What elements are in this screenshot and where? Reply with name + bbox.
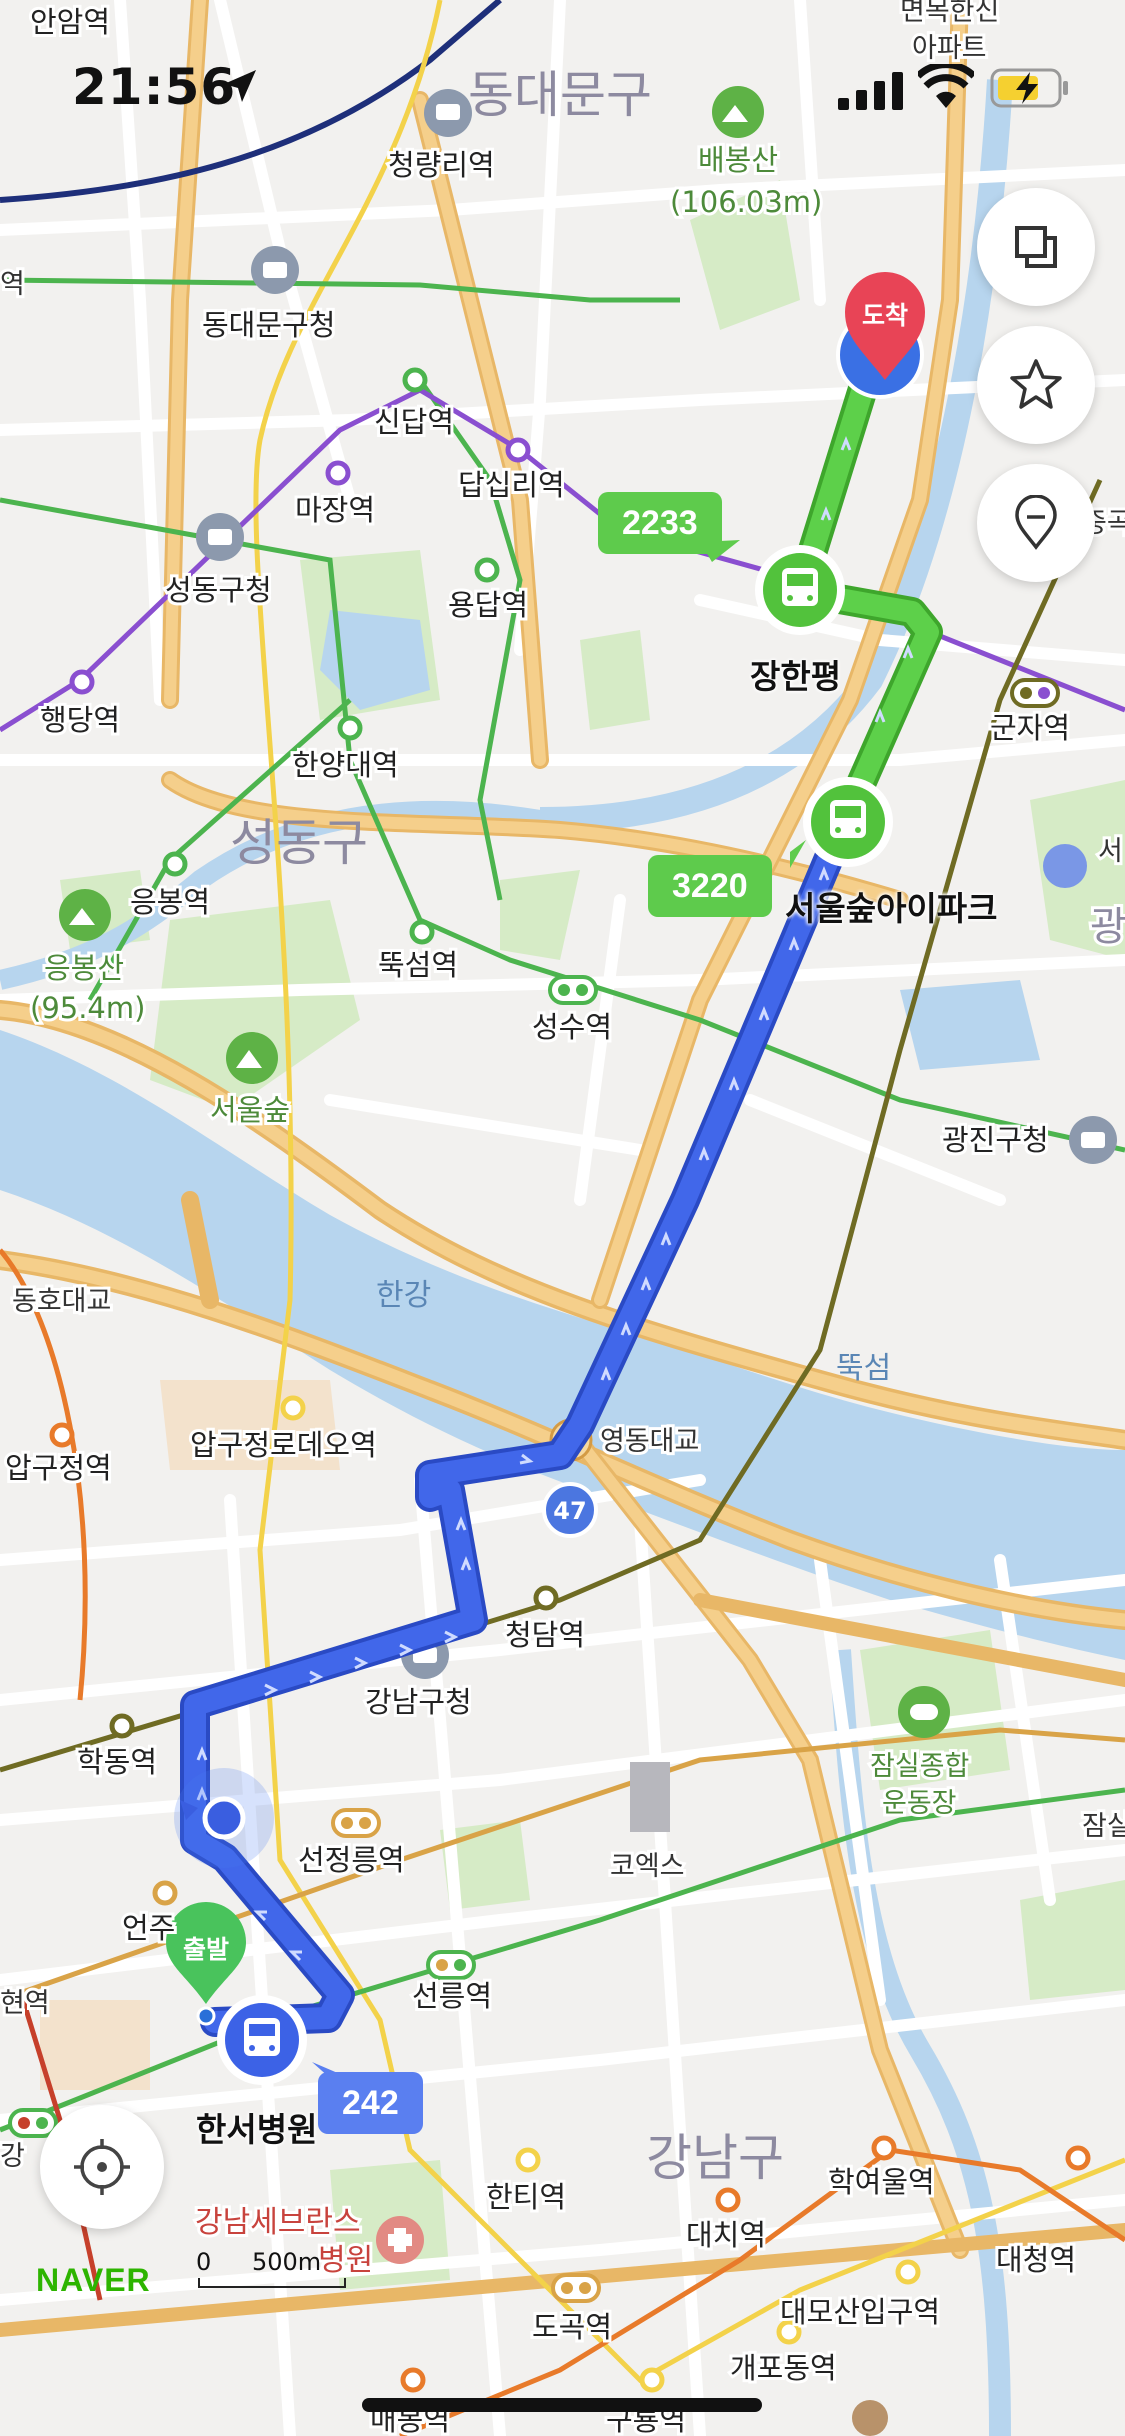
district-label: 강남구 bbox=[646, 2129, 784, 2187]
station-label: 행당역 bbox=[40, 703, 120, 737]
station-label: 청담역 bbox=[505, 1618, 585, 1652]
map-pin-icon bbox=[1015, 495, 1057, 550]
map-screen: JC 47 동대문구 성동구 강남구 안암역 청량리역 동대문구청 신답역 답십… bbox=[0, 0, 1125, 2436]
station-label: 마장역 bbox=[295, 493, 375, 527]
park-label: 서울숲 bbox=[210, 1093, 290, 1127]
map-layers-button[interactable] bbox=[977, 188, 1095, 306]
current-location-dot bbox=[202, 1796, 246, 1840]
scale-ruler bbox=[198, 2278, 346, 2288]
station-label: 강남구청 bbox=[365, 1685, 472, 1719]
place-search-button[interactable] bbox=[977, 464, 1095, 582]
river-label: 한강 bbox=[376, 1278, 431, 1313]
bus-stop-name[interactable]: 서울숲아이파크 bbox=[785, 882, 998, 930]
route-47-badge: 47 bbox=[553, 1497, 586, 1525]
scale-zero: 0 bbox=[196, 2248, 212, 2276]
station-label: 청량리역 bbox=[388, 148, 495, 182]
mountain-label: 배봉산 bbox=[698, 143, 778, 177]
station-label: 학여울역 bbox=[828, 2165, 935, 2199]
place-label: 서 bbox=[1098, 836, 1123, 867]
hospital-label: 강남세브란스 bbox=[195, 2205, 361, 2240]
station-label: 대모산입구역 bbox=[780, 2295, 940, 2329]
battery-charging-icon bbox=[990, 68, 1068, 108]
river-label: 뚝섬 bbox=[836, 1351, 891, 1386]
station-label: 성동구청 bbox=[165, 573, 272, 607]
station-label: 대치역 bbox=[686, 2218, 766, 2252]
station-label: 선정릉역 bbox=[298, 1843, 405, 1877]
scale-length: 500m bbox=[252, 2248, 322, 2276]
station-label: 신답역 bbox=[374, 405, 454, 439]
scale-bar: 0 500m bbox=[196, 2248, 346, 2288]
place-label: 잠실종합 bbox=[870, 1751, 969, 1782]
map-canvas[interactable]: JC 47 동대문구 성동구 강남구 안암역 청량리역 동대문구청 신답역 답십… bbox=[0, 0, 1125, 2436]
station-label: 군자역 bbox=[990, 711, 1070, 745]
place-label: 잠실 bbox=[1082, 1811, 1125, 1842]
station-label: 학동역 bbox=[77, 1745, 157, 1779]
station-label: 동대문구청 bbox=[202, 308, 335, 342]
station-label: 대청역 bbox=[996, 2243, 1076, 2277]
place-label: 강 bbox=[0, 2141, 25, 2172]
status-bar: 21:56 bbox=[0, 0, 1125, 140]
bus-number-tag[interactable]: 3220 bbox=[648, 855, 772, 917]
station-label: 답십리역 bbox=[458, 468, 565, 502]
bus-number-tag[interactable]: 242 bbox=[318, 2072, 423, 2134]
station-label: 뚝섬역 bbox=[378, 948, 458, 982]
station-label: 선릉역 bbox=[412, 1979, 492, 2013]
naver-logo: NAVER bbox=[36, 2262, 151, 2298]
station-label: 광진구청 bbox=[942, 1123, 1049, 1157]
mountain-label: (106.03m) bbox=[670, 185, 822, 219]
location-arrow-icon bbox=[224, 70, 256, 102]
place-label: 운동장 bbox=[882, 1788, 957, 1819]
crosshair-icon bbox=[74, 2139, 130, 2195]
mountain-label: (95.4m) bbox=[30, 991, 145, 1025]
start-label: 출발 bbox=[182, 1935, 229, 1964]
station-label: 도곡역 bbox=[532, 2310, 612, 2344]
home-indicator[interactable] bbox=[362, 2398, 762, 2412]
bridge-label: 영동대교 bbox=[600, 1426, 699, 1457]
station-label: 한양대역 bbox=[292, 748, 399, 782]
bridge-label: 동호대교 bbox=[12, 1286, 111, 1317]
my-location-button[interactable] bbox=[40, 2105, 164, 2229]
layers-icon bbox=[1015, 226, 1057, 268]
star-icon bbox=[1010, 359, 1062, 409]
station-label: 응봉역 bbox=[130, 885, 210, 919]
end-label: 도착 bbox=[861, 301, 908, 330]
bus-number-tag[interactable]: 2233 bbox=[598, 492, 722, 554]
station-label: 성수역 bbox=[532, 1010, 612, 1044]
station-label: 언주 bbox=[122, 1911, 175, 1945]
bus-stop-name[interactable]: 한서병원 bbox=[196, 2103, 317, 2151]
station-label: 용답역 bbox=[448, 588, 528, 622]
cellular-signal-icon bbox=[838, 72, 903, 110]
status-time: 21:56 bbox=[72, 58, 237, 116]
station-label: 한티역 bbox=[486, 2180, 566, 2214]
station-label: 압구정역 bbox=[5, 1451, 112, 1485]
district-label: 성동구 bbox=[230, 814, 368, 872]
place-label: 광 bbox=[1090, 904, 1125, 950]
wifi-icon bbox=[918, 64, 974, 108]
favorite-button[interactable] bbox=[977, 326, 1095, 444]
place-label: 역 bbox=[0, 269, 25, 300]
place-label: 현역 bbox=[0, 1988, 50, 2019]
station-label: 압구정로데오역 bbox=[190, 1428, 377, 1462]
bus-stop-name[interactable]: 장한평 bbox=[750, 650, 841, 698]
station-label: 개포동역 bbox=[730, 2351, 837, 2385]
mountain-label: 응봉산 bbox=[44, 951, 124, 985]
place-label: 코엑스 bbox=[610, 1851, 685, 1882]
